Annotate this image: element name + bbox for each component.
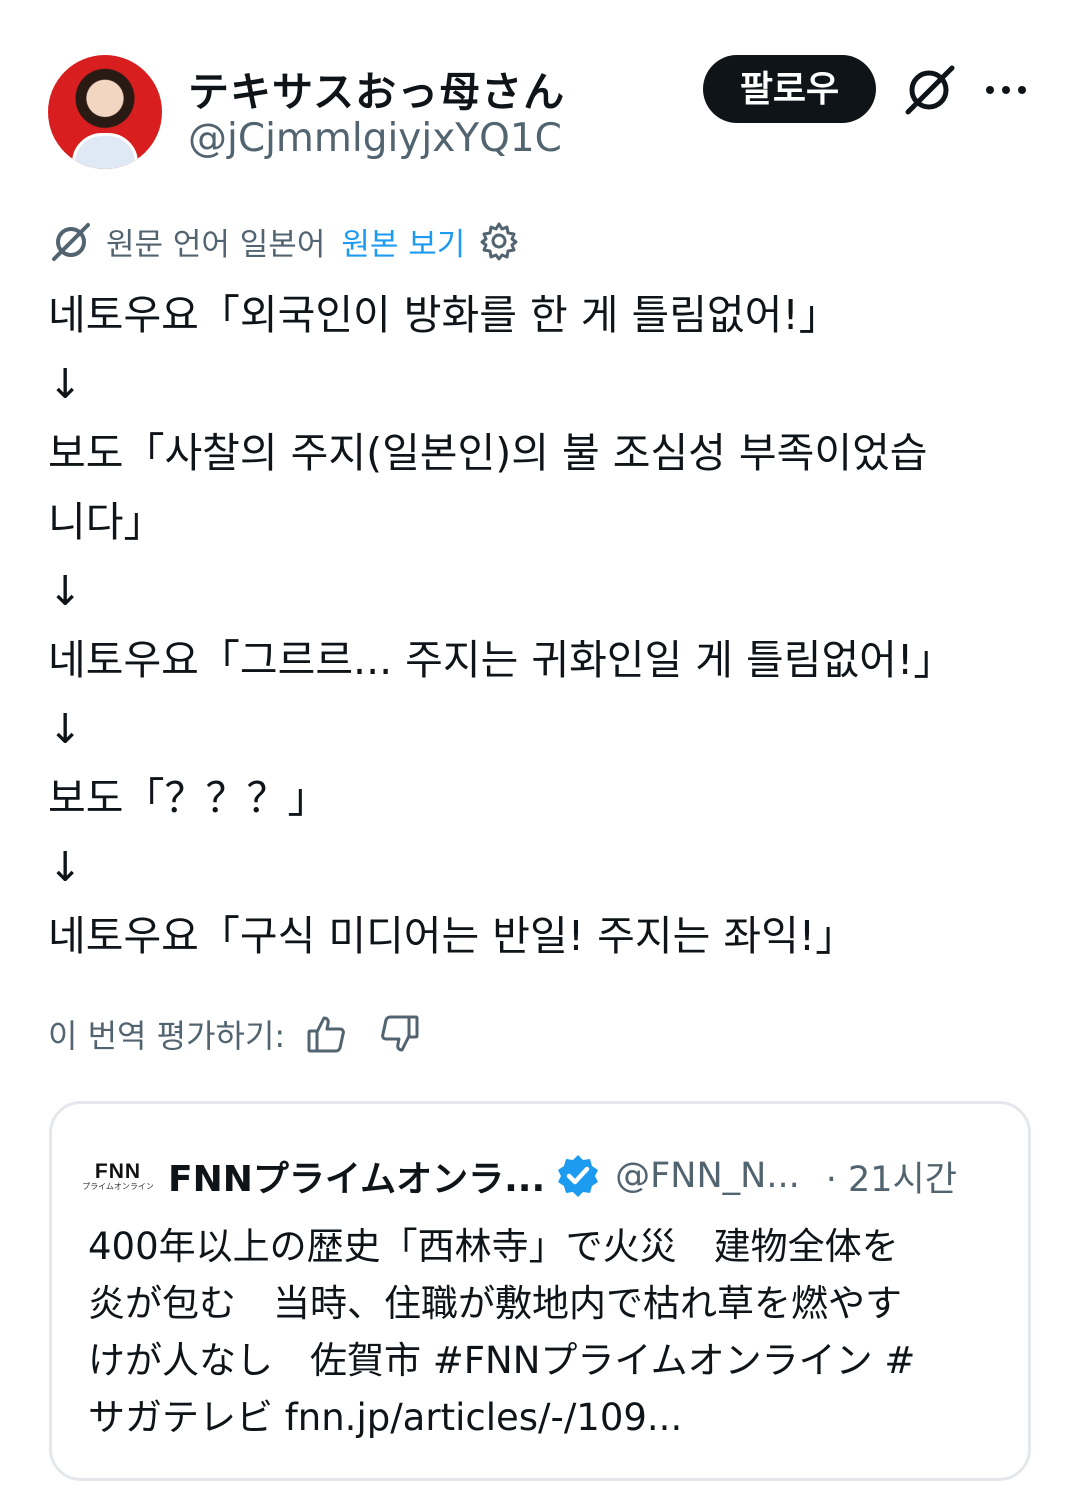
author-display-name[interactable]: テキサスおっ母さん (188, 58, 565, 118)
quoted-author-handle[interactable]: @FNN_N... (615, 1156, 800, 1196)
quoted-tweet-header: FNN プライムオンライン FNNプライムオンラ... @FNN_N... · … (82, 1146, 957, 1206)
tweet-line: 니다」 (48, 498, 165, 546)
tweet-line: ↓ (48, 843, 83, 891)
tweet-line: 네토우요「외국인이 방화를 한 게 틀림없어!」 (48, 291, 840, 339)
tweet-line: ↓ (48, 360, 83, 408)
show-original-link[interactable]: 원본 보기 (341, 219, 465, 264)
avatar[interactable] (48, 55, 162, 169)
rate-translation-row: 이 번역 평가하기: (48, 1008, 453, 1060)
quoted-text-line: 400年以上の歴史「西林寺」で火災 建物全体を (88, 1225, 899, 1268)
tweet-line: 보도「사찰의 주지(일본인)의 불 조심성 부족이었습 (48, 429, 928, 477)
tweet-line: 네토우요「그르르... 주지는 귀화인일 게 틀림없어!」 (48, 636, 955, 684)
more-icon[interactable] (983, 70, 1029, 110)
quoted-text-line: サガテレビ fnn.jp/articles/-/109... (88, 1396, 683, 1439)
rate-translation-label: 이 번역 평가하기: (48, 1017, 286, 1055)
tweet-header: テキサスおっ母さん @jCjmmlgiyjxYQ1C 팔로우 (0, 0, 1080, 200)
thumbs-up-icon[interactable] (305, 1013, 347, 1055)
grok-icon[interactable] (902, 62, 956, 116)
tweet-line: 보도「？？？」 (48, 774, 329, 822)
quoted-author-name[interactable]: FNNプライムオンラ... (168, 1150, 545, 1202)
author-handle[interactable]: @jCjmmlgiyjxYQ1C (188, 116, 562, 161)
tweet-line: ↓ (48, 705, 83, 753)
quoted-tweet-text: 400年以上の歴史「西林寺」で火災 建物全体を 炎が包む 当時、住職が敷地内で枯… (88, 1218, 1008, 1446)
tweet-text: 네토우요「외국인이 방화를 한 게 틀림없어!」 ↓ 보도「사찰의 주지(일본인… (48, 281, 1048, 971)
quoted-tweet-card[interactable]: FNN プライムオンライン FNNプライムオンラ... @FNN_N... · … (49, 1101, 1031, 1481)
gear-icon[interactable] (479, 221, 519, 261)
quoted-timestamp[interactable]: · 21시간 (826, 1151, 957, 1202)
translation-bar: 원문 언어 일본어 원본 보기 (50, 219, 519, 263)
tweet-line: 네토우요「구식 미디어는 반일! 주지는 좌익!」 (48, 912, 857, 960)
tweet-line: ↓ (48, 567, 83, 615)
quoted-text-line: けが人なし 佐賀市 #FNNプライムオンライン # (88, 1339, 916, 1382)
fnn-logo: FNN プライムオンライン (82, 1159, 154, 1191)
follow-button[interactable]: 팔로우 (703, 55, 876, 123)
source-language-label: 원문 언어 일본어 (106, 226, 326, 263)
verified-badge-icon (558, 1155, 599, 1197)
quoted-text-line: 炎が包む 当時、住職が敷地内で枯れ草を燃やす (88, 1282, 902, 1325)
grok-icon (52, 223, 90, 261)
thumbs-down-icon[interactable] (379, 1013, 421, 1055)
